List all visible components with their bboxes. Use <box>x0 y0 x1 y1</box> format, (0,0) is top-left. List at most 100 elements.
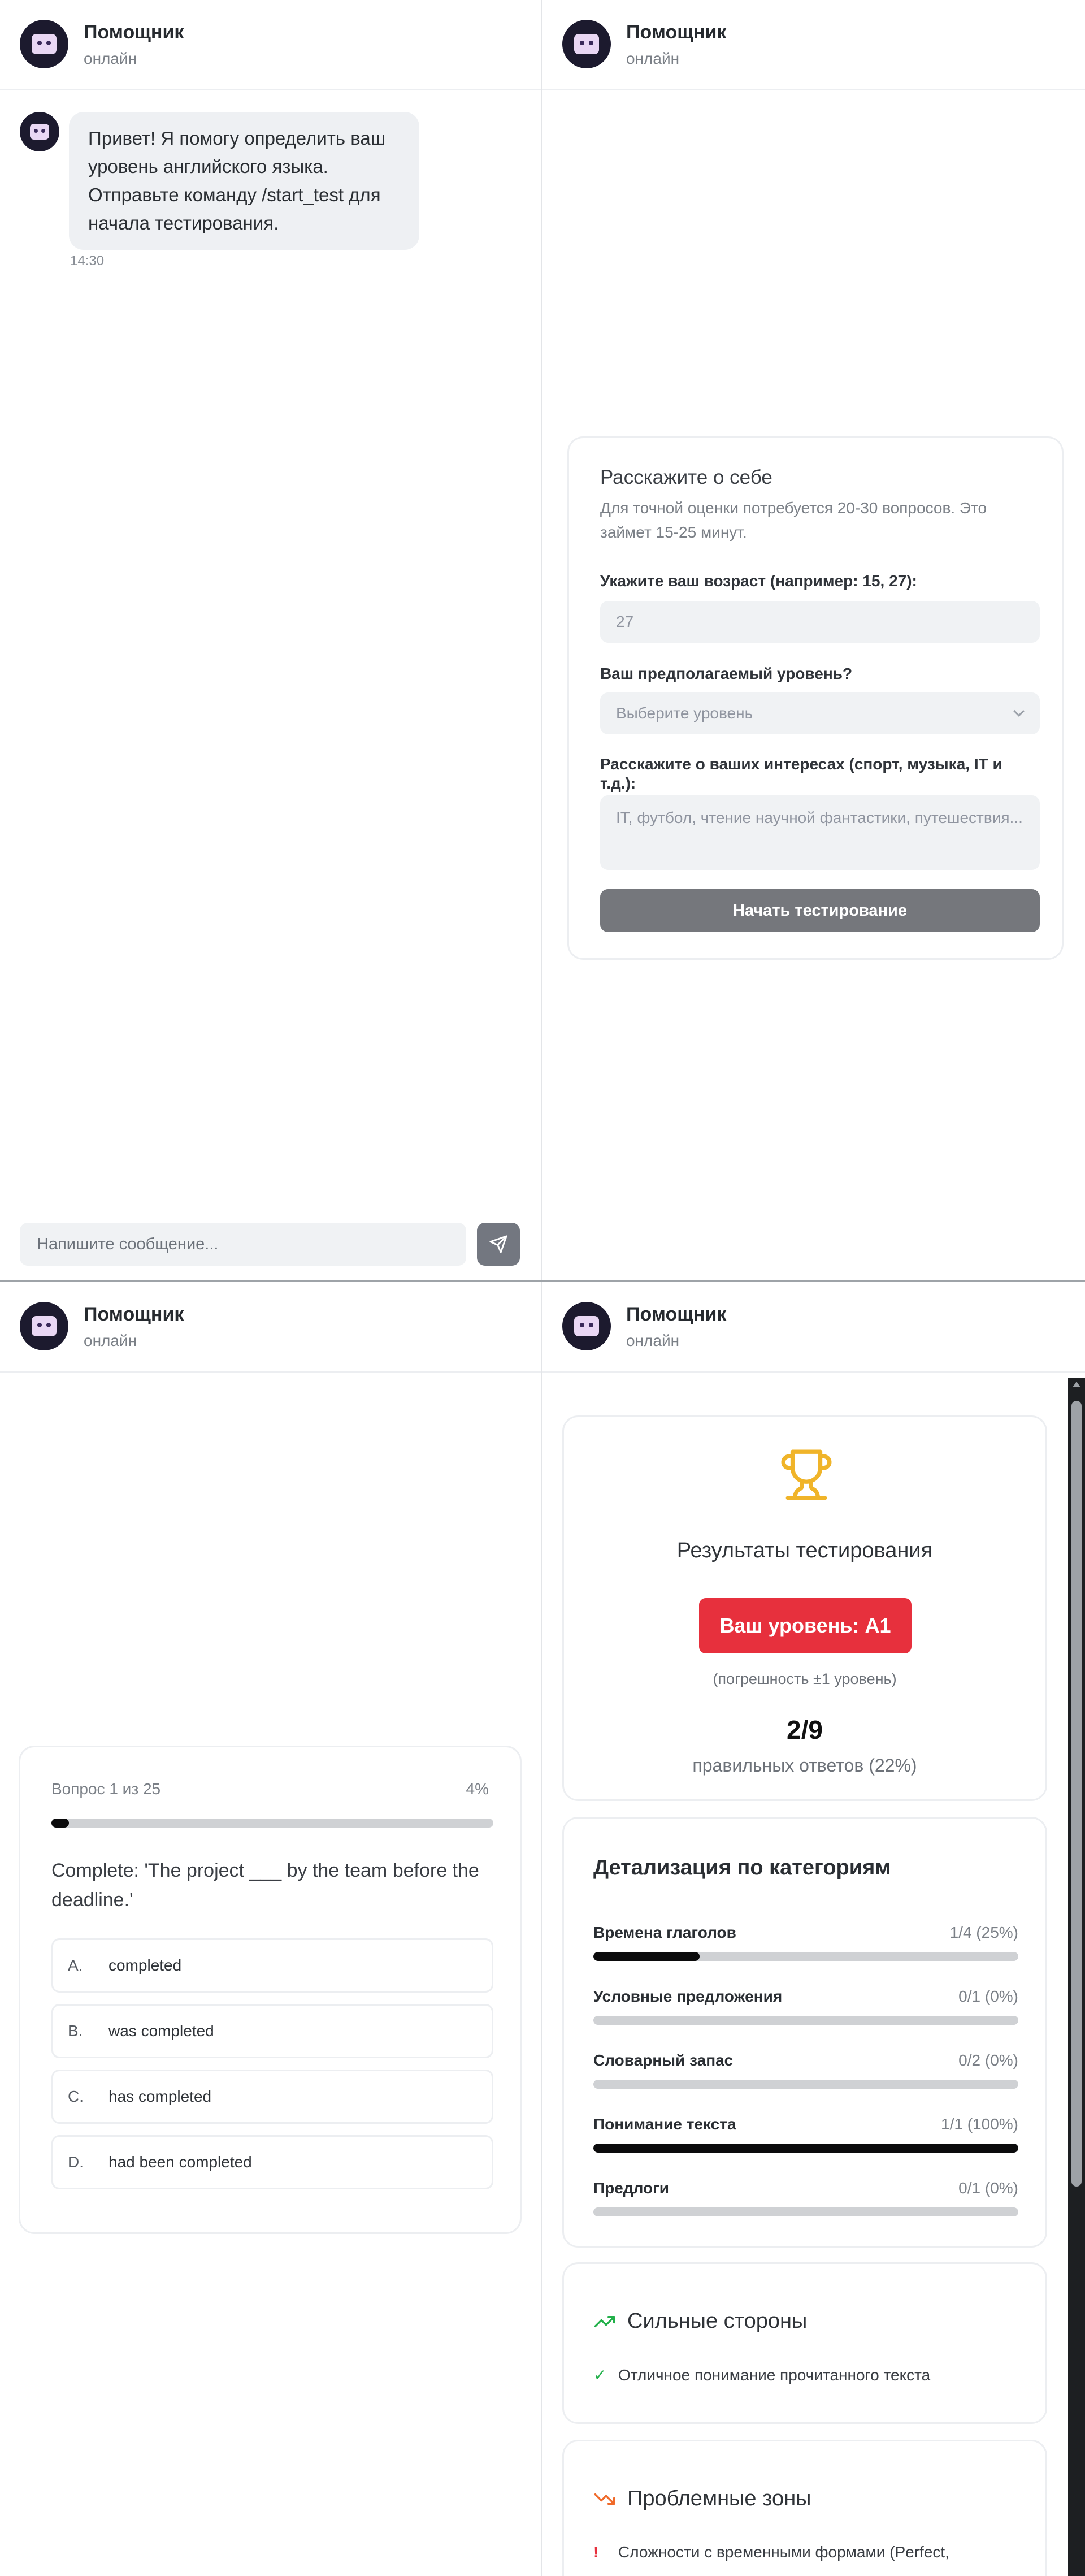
screenshot-canvas: Помощник онлайн Привет! Я помогу определ… <box>0 0 1085 2576</box>
category-name: Предлоги <box>593 2179 669 2197</box>
robot-icon <box>32 34 57 54</box>
progress-percent: 4% <box>466 1780 489 1798</box>
category-progress-fill <box>593 1952 700 1961</box>
option-text: has completed <box>108 2088 212 2105</box>
strength-text: Отличное понимание прочитанного текста <box>618 2366 931 2384</box>
trophy-icon <box>781 1449 832 1500</box>
chat-header: Помощник онлайн <box>0 0 541 90</box>
category-score: 0/1 (0%) <box>958 2179 1018 2197</box>
problem-text: Сложности с временными формами (Perfect, <box>618 2543 949 2561</box>
assistant-avatar <box>562 1302 611 1350</box>
option-text: was completed <box>108 2022 214 2040</box>
category-score: 1/4 (25%) <box>949 1924 1018 1941</box>
category-progress-fill <box>593 2144 1018 2153</box>
exclamation-icon: ! <box>593 2543 599 2561</box>
question-card: Вопрос 1 из 25 4% Complete: 'The project… <box>19 1746 522 2234</box>
category-row: Понимание текста 1/1 (100%) <box>593 2115 1018 2153</box>
level-label: Ваш предполагаемый уровень? <box>600 665 853 682</box>
message-time: 14:30 <box>70 253 105 269</box>
category-score: 0/1 (0%) <box>958 1988 1018 2005</box>
start-test-button[interactable]: Начать тестирование <box>600 889 1040 932</box>
category-name: Условные предложения <box>593 1988 783 2005</box>
message-avatar <box>20 112 59 151</box>
chat-panel-quiz: Помощник онлайн Вопрос 1 из 25 4% Comple… <box>0 1282 542 2576</box>
quiz-progress-bar <box>51 1819 493 1828</box>
option-text: completed <box>108 1956 182 1974</box>
send-button[interactable] <box>477 1223 520 1266</box>
category-progress-bar <box>593 2016 1018 2025</box>
chat-status: онлайн <box>626 1332 680 1349</box>
chevron-down-icon <box>1013 705 1025 717</box>
category-row: Времена глаголов 1/4 (25%) <box>593 1924 1018 1961</box>
trending-down-icon <box>594 2493 615 2505</box>
check-icon: ✓ <box>593 2366 607 2384</box>
category-progress-bar <box>593 2207 1018 2216</box>
category-score: 1/1 (100%) <box>941 2115 1018 2133</box>
chat-status: онлайн <box>84 50 137 67</box>
send-icon <box>489 1235 507 1253</box>
category-progress-bar <box>593 1952 1018 1961</box>
answer-option[interactable]: C. has completed <box>51 2070 493 2124</box>
robot-icon <box>574 1316 599 1336</box>
assistant-avatar <box>20 1302 68 1350</box>
chat-panel-start: Помощник онлайн Привет! Я помогу определ… <box>0 0 542 1282</box>
chat-title: Помощник <box>626 1304 727 1325</box>
strengths-title: Сильные стороны <box>627 2309 808 2333</box>
trending-up-icon <box>594 2316 615 2327</box>
level-select[interactable]: Выберите уровень <box>600 692 1040 734</box>
option-letter: C. <box>68 2088 84 2105</box>
assistant-avatar <box>562 20 611 68</box>
strength-item: ✓ Отличное понимание прочитанного текста <box>593 2366 930 2384</box>
category-progress-bar <box>593 2080 1018 2089</box>
age-field[interactable]: 27 <box>600 601 1040 643</box>
chat-header: Помощник онлайн <box>0 1282 541 1373</box>
option-letter: A. <box>68 1956 83 1974</box>
problem-item: ! Сложности с временными формами (Perfect… <box>593 2543 949 2561</box>
robot-icon <box>32 1316 57 1336</box>
interests-label: Расскажите о ваших интересах (спорт, муз… <box>600 755 1002 792</box>
category-row: Условные предложения 0/1 (0%) <box>593 1988 1018 2025</box>
chat-panel-results: Помощник онлайн Результаты тестирования … <box>542 1282 1085 2576</box>
problems-title: Проблемные зоны <box>627 2487 811 2510</box>
scrollbar-thumb[interactable] <box>1071 1401 1082 2187</box>
chat-header: Помощник онлайн <box>542 1282 1085 1373</box>
chat-panel-form: Помощник онлайн Расскажите о себе Для то… <box>542 0 1085 1282</box>
chat-title: Помощник <box>626 21 727 43</box>
about-yourself-form: Расскажите о себе Для точной оценки потр… <box>567 436 1064 960</box>
assistant-avatar <box>20 20 68 68</box>
details-title: Детализация по категориям <box>593 1856 891 1880</box>
category-name: Словарный запас <box>593 2051 734 2069</box>
question-counter: Вопрос 1 из 25 <box>51 1780 161 1798</box>
category-progress-bar <box>593 2144 1018 2153</box>
chat-status: онлайн <box>84 1332 137 1349</box>
interests-field[interactable]: IT, футбол, чтение научной фантастики, п… <box>600 795 1040 870</box>
chat-title: Помощник <box>84 21 184 43</box>
option-text: had been completed <box>108 2153 252 2171</box>
level-badge: Ваш уровень: A1 <box>699 1598 912 1653</box>
results-card: Результаты тестирования Ваш уровень: A1 … <box>562 1415 1047 1801</box>
category-score: 0/2 (0%) <box>958 2051 1018 2069</box>
option-letter: B. <box>68 2022 83 2040</box>
chat-status: онлайн <box>626 50 680 67</box>
message-input[interactable] <box>20 1223 466 1266</box>
assistant-message: Привет! Я помогу определить ваш уровень … <box>69 112 419 250</box>
chat-header: Помощник онлайн <box>542 0 1085 90</box>
score: 2/9 <box>787 1715 823 1744</box>
scroll-up-icon[interactable] <box>1073 1382 1080 1387</box>
problems-card: Проблемные зоны ! Сложности с временными … <box>562 2440 1047 2576</box>
robot-icon <box>574 34 599 54</box>
option-letter: D. <box>68 2153 84 2171</box>
results-title: Результаты тестирования <box>676 1539 933 1562</box>
answer-option[interactable]: D. had been completed <box>51 2135 493 2189</box>
answer-option[interactable]: A. completed <box>51 1938 493 1993</box>
strengths-card: Сильные стороны ✓ Отличное понимание проч… <box>562 2262 1047 2424</box>
answer-option[interactable]: B. was completed <box>51 2004 493 2058</box>
question-text: Complete: 'The project ___ by the team b… <box>51 1860 479 1911</box>
correct-answers-text: правильных ответов (22%) <box>692 1755 917 1776</box>
form-title: Расскажите о себе <box>600 466 772 488</box>
level-select-value: Выберите уровень <box>616 704 753 722</box>
robot-icon <box>30 124 49 140</box>
category-row: Словарный запас 0/2 (0%) <box>593 2051 1018 2089</box>
margin-note: (погрешность ±1 уровень) <box>713 1670 897 1687</box>
quiz-progress-fill <box>51 1819 70 1828</box>
